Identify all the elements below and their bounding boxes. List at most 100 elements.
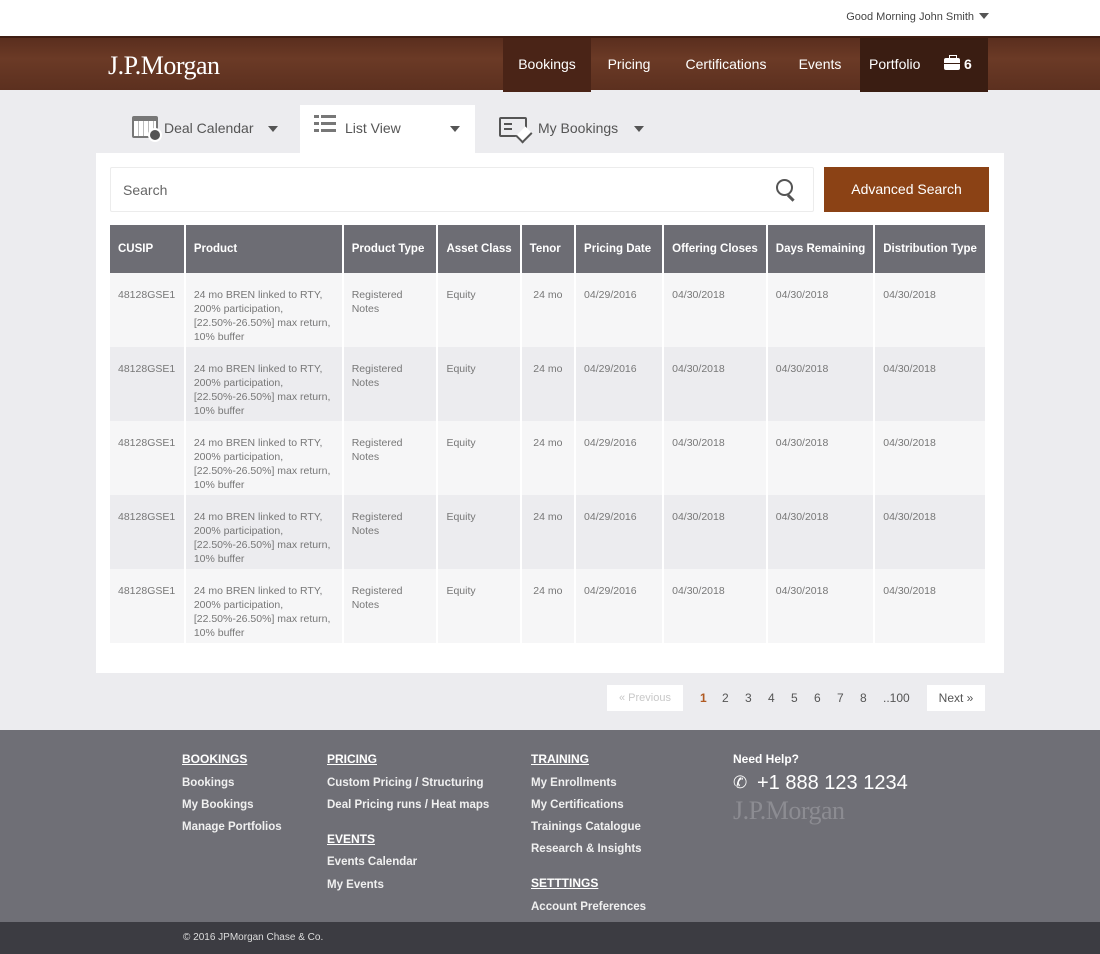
tab-my-bookings[interactable]: My Bookings (475, 105, 660, 153)
cell-pricing-date: 04/29/2016 (576, 569, 663, 643)
cell-days-remaining: 04/30/2018 (767, 273, 874, 347)
help-phone-number[interactable]: +1 888 123 1234 (757, 772, 908, 795)
cell-tenor: 24 mo (521, 347, 575, 421)
pagination-next-button[interactable]: Next » (927, 685, 985, 711)
table-row[interactable]: 48128GSE1 24 mo BREN linked to RTY, 200%… (110, 569, 985, 643)
chevron-down-icon (634, 126, 644, 132)
footer-link-manage-portfolios[interactable]: Manage Portfolios (182, 821, 282, 833)
cell-cusip: 48128GSE1 (110, 273, 184, 347)
col-header-asset-class[interactable]: Asset Class (438, 225, 520, 273)
search-box[interactable] (110, 167, 814, 212)
footer-heading-pricing[interactable]: PRICING (327, 752, 377, 766)
footer-link-my-bookings[interactable]: My Bookings (182, 799, 254, 811)
cell-days-remaining: 04/30/2018 (767, 569, 874, 643)
page-link-7[interactable]: 7 (837, 685, 844, 711)
jpmorgan-logo[interactable]: J.P.Morgan (108, 51, 220, 81)
table-row[interactable]: 48128GSE1 24 mo BREN linked to RTY, 200%… (110, 495, 985, 569)
cell-distribution-type: 04/30/2018 (875, 273, 985, 347)
nav-bookings-label: Bookings (518, 56, 576, 72)
footer-link-research-insights[interactable]: Research & Insights (531, 843, 642, 855)
greeting-dropdown[interactable]: Good Morning John Smith (846, 11, 974, 23)
tab-deal-calendar[interactable]: Deal Calendar (100, 105, 300, 153)
nav-pricing[interactable]: Pricing (594, 38, 664, 92)
cell-product-type: Registered Notes (343, 347, 437, 421)
footer-jpmorgan-logo: J.P.Morgan (733, 796, 845, 825)
col-header-distribution-type[interactable]: Distribution Type (875, 225, 985, 273)
top-bar: Good Morning John Smith (0, 0, 1100, 36)
page-link-3[interactable]: 3 (745, 685, 752, 711)
col-header-offering-closes[interactable]: Offering Closes (664, 225, 766, 273)
nav-certifications[interactable]: Certifications (670, 38, 782, 92)
chevron-down-icon[interactable] (979, 13, 989, 19)
table-row[interactable]: 48128GSE1 24 mo BREN linked to RTY, 200%… (110, 347, 985, 421)
footer-heading-training[interactable]: TRAINING (531, 752, 589, 766)
footer-link-account-preferences[interactable]: Account Preferences (531, 901, 646, 913)
page-link-1[interactable]: 1 (700, 685, 707, 711)
cell-product: 24 mo BREN linked to RTY, 200% participa… (185, 495, 342, 569)
briefcase-icon (944, 55, 960, 70)
footer-link-bookings[interactable]: Bookings (182, 777, 234, 789)
cell-tenor: 24 mo (521, 421, 575, 495)
cell-cusip: 48128GSE1 (110, 347, 184, 421)
col-header-product-type[interactable]: Product Type (343, 225, 437, 273)
footer-heading-settings[interactable]: SETTTINGS (531, 876, 598, 890)
col-header-cusip[interactable]: CUSIP (110, 225, 184, 273)
page-link-100[interactable]: ..100 (883, 685, 910, 711)
footer-link-deal-pricing-runs[interactable]: Deal Pricing runs / Heat maps (327, 799, 489, 811)
nav-certifications-label: Certifications (685, 56, 767, 72)
nav-bookings[interactable]: Bookings (503, 38, 591, 92)
footer-heading-events[interactable]: EVENTS (327, 832, 375, 846)
tab-list-view[interactable]: List View (300, 105, 475, 153)
cell-cusip: 48128GSE1 (110, 421, 184, 495)
footer-link-my-events[interactable]: My Events (327, 879, 384, 891)
chevron-down-icon (450, 126, 460, 132)
copyright-bar: © 2016 JPMorgan Chase & Co. (0, 922, 1100, 954)
footer-link-my-enrollments[interactable]: My Enrollments (531, 777, 617, 789)
cell-distribution-type: 04/30/2018 (875, 569, 985, 643)
col-header-pricing-date[interactable]: Pricing Date (576, 225, 663, 273)
list-icon (314, 115, 336, 139)
cell-cusip: 48128GSE1 (110, 569, 184, 643)
cell-offering-closes: 04/30/2018 (664, 495, 766, 569)
col-header-product[interactable]: Product (185, 225, 342, 273)
footer-link-events-calendar[interactable]: Events Calendar (327, 856, 417, 868)
table-row[interactable]: 48128GSE1 24 mo BREN linked to RTY, 200%… (110, 421, 985, 495)
chevron-down-icon (268, 126, 278, 132)
page-link-8[interactable]: 8 (860, 685, 867, 711)
calendar-icon (132, 116, 162, 142)
cell-product: 24 mo BREN linked to RTY, 200% participa… (185, 347, 342, 421)
portfolio-count-badge: 6 (964, 56, 972, 72)
main-navbar: J.P.Morgan Bookings Pricing Certificatio… (0, 36, 1100, 92)
search-input[interactable] (123, 180, 763, 200)
nav-portfolio[interactable]: Portfolio 6 (860, 38, 988, 92)
cell-product: 24 mo BREN linked to RTY, 200% participa… (185, 421, 342, 495)
nav-events-label: Events (798, 56, 842, 72)
cell-tenor: 24 mo (521, 273, 575, 347)
advanced-search-button[interactable]: Advanced Search (824, 167, 989, 212)
footer-link-trainings-catalogue[interactable]: Trainings Catalogue (531, 821, 641, 833)
page-link-4[interactable]: 4 (768, 685, 775, 711)
search-icon[interactable] (776, 179, 798, 201)
cell-cusip: 48128GSE1 (110, 495, 184, 569)
page-link-5[interactable]: 5 (791, 685, 798, 711)
col-header-days-remaining[interactable]: Days Remaining (767, 225, 874, 273)
cell-offering-closes: 04/30/2018 (664, 347, 766, 421)
col-header-tenor[interactable]: Tenor (521, 225, 575, 273)
tab-my-bookings-label: My Bookings (538, 120, 619, 136)
footer-link-custom-pricing[interactable]: Custom Pricing / Structuring (327, 777, 484, 789)
cell-asset-class: Equity (438, 495, 520, 569)
cell-product-type: Registered Notes (343, 569, 437, 643)
footer-heading-bookings[interactable]: BOOKINGS (182, 752, 247, 766)
page-link-6[interactable]: 6 (814, 685, 821, 711)
phone-icon: ✆ (733, 773, 748, 792)
table-row[interactable]: 48128GSE1 24 mo BREN linked to RTY, 200%… (110, 273, 985, 347)
cell-pricing-date: 04/29/2016 (576, 495, 663, 569)
cell-distribution-type: 04/30/2018 (875, 495, 985, 569)
cell-tenor: 24 mo (521, 495, 575, 569)
page-link-2[interactable]: 2 (722, 685, 729, 711)
nav-events[interactable]: Events (786, 38, 854, 92)
pagination-previous-button: « Previous (607, 685, 683, 711)
nav-portfolio-label: Portfolio (869, 56, 921, 72)
cell-pricing-date: 04/29/2016 (576, 347, 663, 421)
footer-link-my-certifications[interactable]: My Certifications (531, 799, 624, 811)
